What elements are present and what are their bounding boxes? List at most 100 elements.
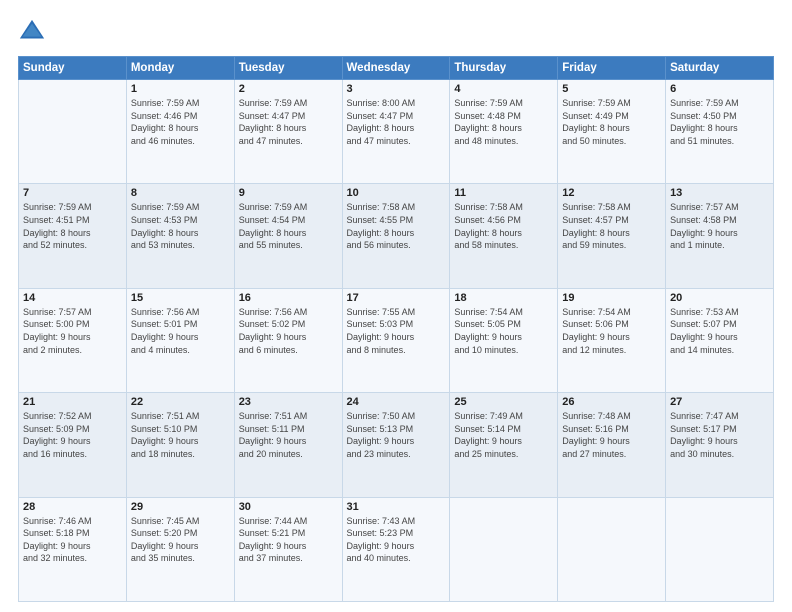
calendar-cell: 2 Sunrise: 7:59 AM Sunset: 4:47 PM Daylig…: [234, 80, 342, 184]
day-number: 3: [347, 83, 446, 95]
calendar-cell: 27 Sunrise: 7:47 AM Sunset: 5:17 PM Dayli…: [666, 393, 774, 497]
header-day-monday: Monday: [126, 57, 234, 80]
week-row-2: 14 Sunrise: 7:57 AM Sunset: 5:00 PM Dayli…: [19, 288, 774, 392]
day-number: 23: [239, 396, 338, 408]
day-info: Sunrise: 7:58 AM Sunset: 4:55 PM Dayligh…: [347, 201, 446, 251]
calendar-cell: 13 Sunrise: 7:57 AM Sunset: 4:58 PM Dayli…: [666, 184, 774, 288]
day-number: 9: [239, 187, 338, 199]
page: SundayMondayTuesdayWednesdayThursdayFrid…: [0, 0, 792, 612]
calendar-cell: [450, 497, 558, 601]
calendar-cell: 21Sunrise: 7:52 AM Sunset: 5:09 PM Dayli…: [19, 393, 127, 497]
day-info: Sunrise: 7:59 AM Sunset: 4:50 PM Dayligh…: [670, 97, 769, 147]
day-number: 27: [670, 396, 769, 408]
day-number: 26: [562, 396, 661, 408]
week-row-3: 21Sunrise: 7:52 AM Sunset: 5:09 PM Dayli…: [19, 393, 774, 497]
day-number: 2: [239, 83, 338, 95]
calendar-cell: 6 Sunrise: 7:59 AM Sunset: 4:50 PM Daylig…: [666, 80, 774, 184]
week-row-0: 1Sunrise: 7:59 AM Sunset: 4:46 PM Daylig…: [19, 80, 774, 184]
header-row: SundayMondayTuesdayWednesdayThursdayFrid…: [19, 57, 774, 80]
day-info: Sunrise: 7:59 AM Sunset: 4:46 PM Dayligh…: [131, 97, 230, 147]
header-day-saturday: Saturday: [666, 57, 774, 80]
calendar-cell: 4 Sunrise: 7:59 AM Sunset: 4:48 PM Daylig…: [450, 80, 558, 184]
calendar-cell: 22 Sunrise: 7:51 AM Sunset: 5:10 PM Dayli…: [126, 393, 234, 497]
day-info: Sunrise: 7:49 AM Sunset: 5:14 PM Dayligh…: [454, 410, 553, 460]
day-number: 4: [454, 83, 553, 95]
day-number: 7: [23, 187, 122, 199]
day-number: 20: [670, 292, 769, 304]
day-info: Sunrise: 7:56 AM Sunset: 5:01 PM Dayligh…: [131, 306, 230, 356]
day-number: 29: [131, 501, 230, 513]
calendar-cell: 30 Sunrise: 7:44 AM Sunset: 5:21 PM Dayli…: [234, 497, 342, 601]
day-info: Sunrise: 8:00 AM Sunset: 4:47 PM Dayligh…: [347, 97, 446, 147]
calendar-cell: [19, 80, 127, 184]
calendar-cell: 28 Sunrise: 7:46 AM Sunset: 5:18 PM Dayli…: [19, 497, 127, 601]
day-info: Sunrise: 7:56 AM Sunset: 5:02 PM Dayligh…: [239, 306, 338, 356]
day-number: 6: [670, 83, 769, 95]
day-info: Sunrise: 7:59 AM Sunset: 4:54 PM Dayligh…: [239, 201, 338, 251]
day-number: 10: [347, 187, 446, 199]
calendar-cell: [666, 497, 774, 601]
logo: [18, 18, 50, 46]
calendar-cell: 10 Sunrise: 7:58 AM Sunset: 4:55 PM Dayli…: [342, 184, 450, 288]
day-info: Sunrise: 7:45 AM Sunset: 5:20 PM Dayligh…: [131, 515, 230, 565]
header: [18, 18, 774, 46]
calendar-cell: 12Sunrise: 7:58 AM Sunset: 4:57 PM Dayli…: [558, 184, 666, 288]
header-day-friday: Friday: [558, 57, 666, 80]
day-info: Sunrise: 7:59 AM Sunset: 4:47 PM Dayligh…: [239, 97, 338, 147]
day-info: Sunrise: 7:55 AM Sunset: 5:03 PM Dayligh…: [347, 306, 446, 356]
day-info: Sunrise: 7:51 AM Sunset: 5:11 PM Dayligh…: [239, 410, 338, 460]
calendar-cell: 25 Sunrise: 7:49 AM Sunset: 5:14 PM Dayli…: [450, 393, 558, 497]
calendar-cell: 17 Sunrise: 7:55 AM Sunset: 5:03 PM Dayli…: [342, 288, 450, 392]
calendar-cell: [558, 497, 666, 601]
calendar-cell: 15 Sunrise: 7:56 AM Sunset: 5:01 PM Dayli…: [126, 288, 234, 392]
header-day-thursday: Thursday: [450, 57, 558, 80]
calendar-cell: 16 Sunrise: 7:56 AM Sunset: 5:02 PM Dayli…: [234, 288, 342, 392]
calendar-cell: 24Sunrise: 7:50 AM Sunset: 5:13 PM Dayli…: [342, 393, 450, 497]
day-info: Sunrise: 7:59 AM Sunset: 4:48 PM Dayligh…: [454, 97, 553, 147]
calendar-cell: 3 Sunrise: 8:00 AM Sunset: 4:47 PM Daylig…: [342, 80, 450, 184]
day-number: 15: [131, 292, 230, 304]
day-number: 24: [347, 396, 446, 408]
calendar-cell: 19Sunrise: 7:54 AM Sunset: 5:06 PM Dayli…: [558, 288, 666, 392]
day-number: 21: [23, 396, 122, 408]
calendar-cell: 7 Sunrise: 7:59 AM Sunset: 4:51 PM Daylig…: [19, 184, 127, 288]
calendar-cell: 9 Sunrise: 7:59 AM Sunset: 4:54 PM Daylig…: [234, 184, 342, 288]
day-number: 8: [131, 187, 230, 199]
day-number: 31: [347, 501, 446, 513]
day-info: Sunrise: 7:59 AM Sunset: 4:53 PM Dayligh…: [131, 201, 230, 251]
week-row-4: 28 Sunrise: 7:46 AM Sunset: 5:18 PM Dayli…: [19, 497, 774, 601]
week-row-1: 7 Sunrise: 7:59 AM Sunset: 4:51 PM Daylig…: [19, 184, 774, 288]
day-number: 17: [347, 292, 446, 304]
logo-icon: [18, 18, 46, 46]
day-info: Sunrise: 7:44 AM Sunset: 5:21 PM Dayligh…: [239, 515, 338, 565]
calendar-cell: 1Sunrise: 7:59 AM Sunset: 4:46 PM Daylig…: [126, 80, 234, 184]
day-info: Sunrise: 7:53 AM Sunset: 5:07 PM Dayligh…: [670, 306, 769, 356]
day-number: 28: [23, 501, 122, 513]
day-info: Sunrise: 7:47 AM Sunset: 5:17 PM Dayligh…: [670, 410, 769, 460]
calendar-cell: 29 Sunrise: 7:45 AM Sunset: 5:20 PM Dayli…: [126, 497, 234, 601]
day-number: 18: [454, 292, 553, 304]
day-number: 30: [239, 501, 338, 513]
day-number: 22: [131, 396, 230, 408]
calendar-cell: 31 Sunrise: 7:43 AM Sunset: 5:23 PM Dayli…: [342, 497, 450, 601]
calendar-cell: 14 Sunrise: 7:57 AM Sunset: 5:00 PM Dayli…: [19, 288, 127, 392]
day-info: Sunrise: 7:57 AM Sunset: 5:00 PM Dayligh…: [23, 306, 122, 356]
day-number: 25: [454, 396, 553, 408]
day-info: Sunrise: 7:59 AM Sunset: 4:51 PM Dayligh…: [23, 201, 122, 251]
day-number: 13: [670, 187, 769, 199]
calendar-table: SundayMondayTuesdayWednesdayThursdayFrid…: [18, 56, 774, 602]
header-day-wednesday: Wednesday: [342, 57, 450, 80]
day-info: Sunrise: 7:54 AM Sunset: 5:06 PM Dayligh…: [562, 306, 661, 356]
calendar-cell: 18Sunrise: 7:54 AM Sunset: 5:05 PM Dayli…: [450, 288, 558, 392]
day-number: 12: [562, 187, 661, 199]
day-info: Sunrise: 7:57 AM Sunset: 4:58 PM Dayligh…: [670, 201, 769, 251]
header-day-sunday: Sunday: [19, 57, 127, 80]
day-number: 16: [239, 292, 338, 304]
day-number: 14: [23, 292, 122, 304]
calendar-cell: 8 Sunrise: 7:59 AM Sunset: 4:53 PM Daylig…: [126, 184, 234, 288]
calendar-cell: 26 Sunrise: 7:48 AM Sunset: 5:16 PM Dayli…: [558, 393, 666, 497]
day-info: Sunrise: 7:48 AM Sunset: 5:16 PM Dayligh…: [562, 410, 661, 460]
day-info: Sunrise: 7:43 AM Sunset: 5:23 PM Dayligh…: [347, 515, 446, 565]
day-info: Sunrise: 7:51 AM Sunset: 5:10 PM Dayligh…: [131, 410, 230, 460]
day-info: Sunrise: 7:46 AM Sunset: 5:18 PM Dayligh…: [23, 515, 122, 565]
